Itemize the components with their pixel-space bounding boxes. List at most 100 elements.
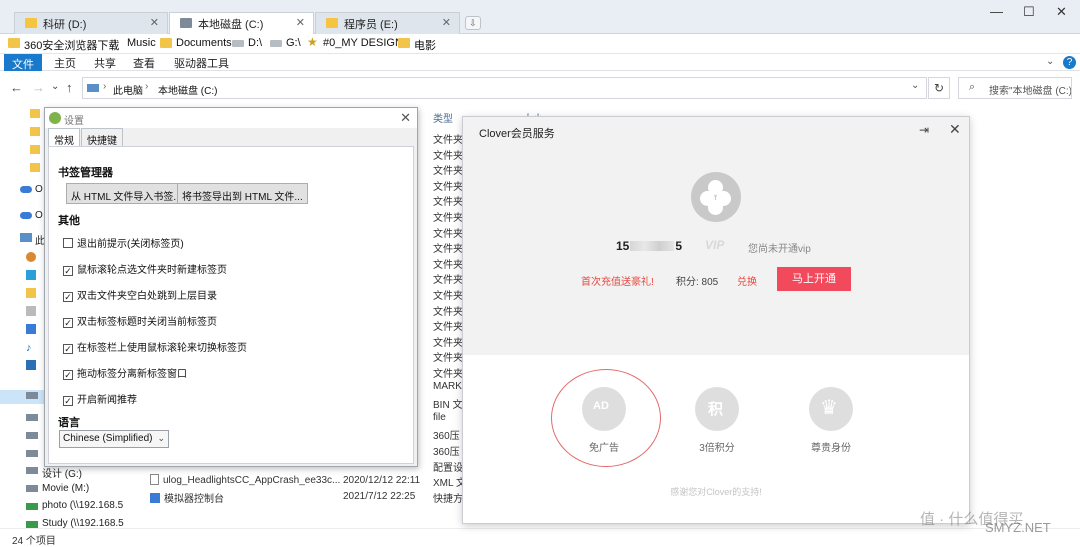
- checkbox-checked[interactable]: ✓: [63, 370, 73, 380]
- tab-strip: 科研 (D:) ✕ 本地磁盘 (C:) ✕ 程序员 (E:) ✕ ⇩ — ☐ ✕: [0, 0, 1080, 35]
- language-select[interactable]: Chinese (Simplified) ⌄: [59, 430, 169, 448]
- dialog-title: Clover会员服务: [479, 128, 555, 140]
- close-icon[interactable]: ✕: [949, 121, 961, 138]
- checkbox-checked[interactable]: ✓: [63, 396, 73, 406]
- nav-onedrive[interactable]: O: [35, 184, 43, 195]
- ribbon-tab-home[interactable]: 主页: [54, 55, 76, 71]
- pictures-icon: [26, 288, 36, 298]
- drive-icon: [26, 485, 38, 492]
- drive-icon: [26, 450, 38, 457]
- fav-item-movies[interactable]: 电影: [398, 37, 436, 53]
- exchange-link[interactable]: 兑换: [737, 273, 757, 288]
- export-bookmarks-button[interactable]: 将书签导出到 HTML 文件...: [177, 183, 308, 204]
- ribbon-tabs: 文件 主页 共享 查看 驱动器工具 ⌄ ?: [0, 54, 1080, 71]
- maximize-button[interactable]: ☐: [1023, 4, 1035, 20]
- ribbon-tab-view[interactable]: 查看: [133, 55, 155, 71]
- forward-button[interactable]: →: [32, 80, 45, 95]
- refresh-button[interactable]: ↻: [928, 77, 950, 99]
- back-button[interactable]: ←: [10, 80, 23, 95]
- option-checkbox-row[interactable]: 退出前提示(关闭标签页): [63, 235, 184, 250]
- documents-icon: [26, 306, 36, 316]
- minimize-button[interactable]: —: [990, 4, 1003, 19]
- nav-onedrive-2[interactable]: O: [35, 210, 43, 221]
- address-bar[interactable]: › 此电脑 › 本地磁盘 (C:) ⌄: [82, 77, 927, 99]
- 3d-objects-icon: [26, 252, 36, 262]
- breadcrumb-this-pc[interactable]: 此电脑: [113, 82, 143, 97]
- fav-item-360-downloads[interactable]: 360安全浏览器下载: [8, 37, 119, 53]
- fav-item-my-design[interactable]: ★ #0_MY DESIGN: [307, 35, 403, 49]
- import-bookmarks-button[interactable]: 从 HTML 文件导入书签...: [66, 183, 187, 204]
- checkbox-checked[interactable]: ✓: [63, 292, 73, 302]
- tab-d-drive[interactable]: 科研 (D:) ✕: [14, 12, 168, 34]
- close-tab-icon[interactable]: ✕: [296, 16, 305, 29]
- no-ads-icon[interactable]: AD: [582, 387, 626, 431]
- type-cell: 配置设: [433, 462, 463, 474]
- crown-icon[interactable]: ♛: [809, 387, 853, 431]
- clover-leaf-icon: [708, 200, 723, 215]
- nav-drive-m[interactable]: Movie (M:): [42, 483, 89, 494]
- address-dropdown-icon[interactable]: ⌄: [911, 80, 919, 91]
- fav-item-documents[interactable]: Documents: [160, 37, 232, 49]
- desktop-icon: [26, 360, 36, 370]
- expand-ribbon-icon[interactable]: ⌄: [1046, 56, 1054, 67]
- type-cell: 文件夹: [433, 166, 463, 178]
- option-checkbox-row[interactable]: ✓ 双击标签标题时关闭当前标签页: [63, 313, 217, 328]
- folder-icon: [30, 127, 40, 136]
- perk-label-points: 3倍积分: [699, 443, 735, 454]
- tab-shortcuts[interactable]: 快捷键: [81, 128, 123, 147]
- search-input[interactable]: ⌕ 搜索"本地磁盘 (C:)": [958, 77, 1072, 99]
- star-folder-icon: ★: [307, 35, 318, 49]
- tab-c-drive[interactable]: 本地磁盘 (C:) ✕: [169, 12, 314, 35]
- folder-icon: [30, 163, 40, 172]
- vip-status: 您尚未开通vip: [748, 244, 811, 255]
- option-checkbox-row[interactable]: ✓ 拖动标签分离新标签窗口: [63, 365, 187, 380]
- new-tab-button[interactable]: ⇩: [465, 16, 481, 30]
- status-bar: 24 个项目: [0, 528, 1080, 547]
- file-row[interactable]: ulog_HeadlightsCC_AppCrash_ee33c...: [150, 474, 340, 486]
- up-button[interactable]: ↑: [66, 80, 73, 95]
- checkbox-checked[interactable]: ✓: [63, 318, 73, 328]
- type-cell: 文件夹: [433, 291, 463, 302]
- ribbon-tab-drive-tools[interactable]: 驱动器工具: [174, 55, 229, 71]
- nav-net-photo[interactable]: photo (\\192.168.5: [42, 500, 123, 511]
- help-icon[interactable]: ?: [1063, 56, 1076, 69]
- open-vip-button[interactable]: 马上开通: [777, 267, 851, 291]
- option-checkbox-row[interactable]: ✓ 双击文件夹空白处跳到上层目录: [63, 287, 217, 302]
- breadcrumb-c-drive[interactable]: 本地磁盘 (C:): [158, 82, 217, 97]
- logout-icon[interactable]: ⇥: [919, 123, 929, 137]
- type-cell: 文件夹: [433, 369, 463, 380]
- ribbon-tab-share[interactable]: 共享: [94, 55, 116, 71]
- type-cell: 文件夹: [433, 213, 463, 224]
- tab-e-drive[interactable]: 程序员 (E:) ✕: [315, 12, 460, 34]
- column-header-type[interactable]: 类型: [433, 110, 453, 125]
- nav-drive-g[interactable]: 设计 (G:): [42, 465, 82, 480]
- fav-item-d-drive[interactable]: D:\: [232, 37, 262, 49]
- checkbox-unchecked[interactable]: [63, 238, 73, 248]
- close-window-button[interactable]: ✕: [1056, 4, 1067, 20]
- file-row[interactable]: 模拟器控制台: [150, 490, 224, 505]
- option-checkbox-row[interactable]: ✓ 开启新闻推荐: [63, 391, 137, 406]
- close-tab-icon[interactable]: ✕: [442, 16, 451, 29]
- clover-member-dialog: Clover会员服务 ⇥ ✕ 15 5 VIP 您尚未开通vip 首次充值送豪礼!…: [462, 116, 970, 524]
- fav-item-music[interactable]: ♪ Music: [111, 35, 156, 49]
- close-tab-icon[interactable]: ✕: [150, 16, 159, 29]
- type-cell: 文件夹: [433, 353, 463, 365]
- shortcut-icon: [150, 493, 160, 503]
- checkbox-checked[interactable]: ✓: [63, 344, 73, 354]
- option-checkbox-row[interactable]: ✓ 在标签栏上使用鼠标滚轮来切换标签页: [63, 339, 247, 354]
- tab-label: 本地磁盘 (C:): [198, 19, 264, 31]
- file-date: 2020/12/12 22:11: [343, 475, 421, 486]
- points-icon[interactable]: 积: [695, 387, 739, 431]
- option-label: 鼠标滚轮点选文件夹时新建标签页: [77, 265, 227, 276]
- fav-item-g-drive[interactable]: G:\: [270, 37, 301, 49]
- folder-icon: [160, 38, 172, 48]
- ribbon-tab-file[interactable]: 文件: [4, 54, 42, 71]
- option-checkbox-row[interactable]: ✓ 鼠标滚轮点选文件夹时新建标签页: [63, 261, 227, 276]
- recent-locations-button[interactable]: ⌄: [51, 81, 59, 92]
- recharge-promo-link[interactable]: 首次充值送豪礼!: [581, 273, 654, 288]
- tab-general[interactable]: 常规: [48, 128, 80, 147]
- computer-icon: [87, 84, 99, 92]
- other-heading: 其他: [58, 215, 80, 227]
- close-icon[interactable]: ✕: [400, 110, 411, 126]
- checkbox-checked[interactable]: ✓: [63, 266, 73, 276]
